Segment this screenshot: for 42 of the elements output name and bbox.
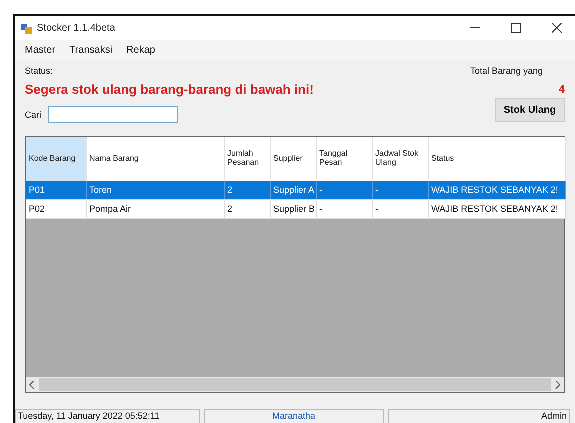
- menu-item[interactable]: Rekap: [126, 44, 156, 56]
- table-cell[interactable]: -: [316, 200, 372, 218]
- column-header[interactable]: Tanggal Pesan: [316, 137, 372, 181]
- table-cell[interactable]: Pompa Air: [86, 200, 224, 218]
- status-bar-field: Admin: [388, 409, 570, 423]
- column-header[interactable]: Nama Barang: [86, 137, 224, 181]
- scrollbar-thumb[interactable]: [39, 378, 551, 391]
- status-label: Status:: [25, 66, 54, 76]
- search-label: Cari: [25, 110, 42, 120]
- table-cell[interactable]: Supplier B: [270, 200, 316, 218]
- column-header[interactable]: Jadwal Stok Ulang: [372, 137, 428, 181]
- table-cell[interactable]: P02: [26, 200, 86, 218]
- menu-item[interactable]: Transaksi: [70, 44, 113, 56]
- table-cell[interactable]: Toren: [86, 181, 224, 200]
- app-icon: [21, 22, 32, 34]
- menu-item[interactable]: Master: [25, 44, 56, 56]
- scroll-right-icon[interactable]: [555, 380, 561, 388]
- table-cell[interactable]: -: [316, 181, 372, 200]
- table-cell[interactable]: 2: [224, 200, 270, 218]
- scroll-left-icon[interactable]: [29, 380, 35, 388]
- table-cell[interactable]: WAJIB RESTOK SEBANYAK 2!: [428, 181, 565, 200]
- total-label: Total Barang yang: [470, 66, 543, 76]
- window-title: Stocker 1.1.4beta: [37, 22, 116, 34]
- search-field[interactable]: [48, 106, 178, 123]
- table-cell[interactable]: P01: [26, 181, 86, 200]
- table-cell[interactable]: -: [372, 200, 428, 218]
- status-bar-field: Tuesday, 11 January 2022 05:52:11: [15, 409, 200, 423]
- status-message: Segera stok ulang barang-barang di bawah ini!: [25, 82, 314, 97]
- close-icon[interactable]: [552, 23, 562, 33]
- status-bar-field: Maranatha: [204, 409, 384, 423]
- column-header[interactable]: Status: [428, 137, 565, 181]
- table-cell[interactable]: 2: [224, 181, 270, 200]
- total-value: 4: [558, 84, 565, 96]
- table-cell[interactable]: WAJIB RESTOK SEBANYAK 2!: [428, 200, 565, 218]
- column-header[interactable]: Kode Barang: [26, 137, 86, 181]
- table-cell[interactable]: -: [372, 181, 428, 200]
- minimize-icon[interactable]: [470, 27, 480, 29]
- column-header[interactable]: Supplier: [270, 137, 316, 181]
- column-header[interactable]: Jumlah Pesanan: [224, 137, 270, 181]
- maximize-icon[interactable]: [511, 23, 521, 33]
- table-cell[interactable]: Supplier A: [270, 181, 316, 200]
- restock-button[interactable]: Stok Ulang: [495, 98, 565, 122]
